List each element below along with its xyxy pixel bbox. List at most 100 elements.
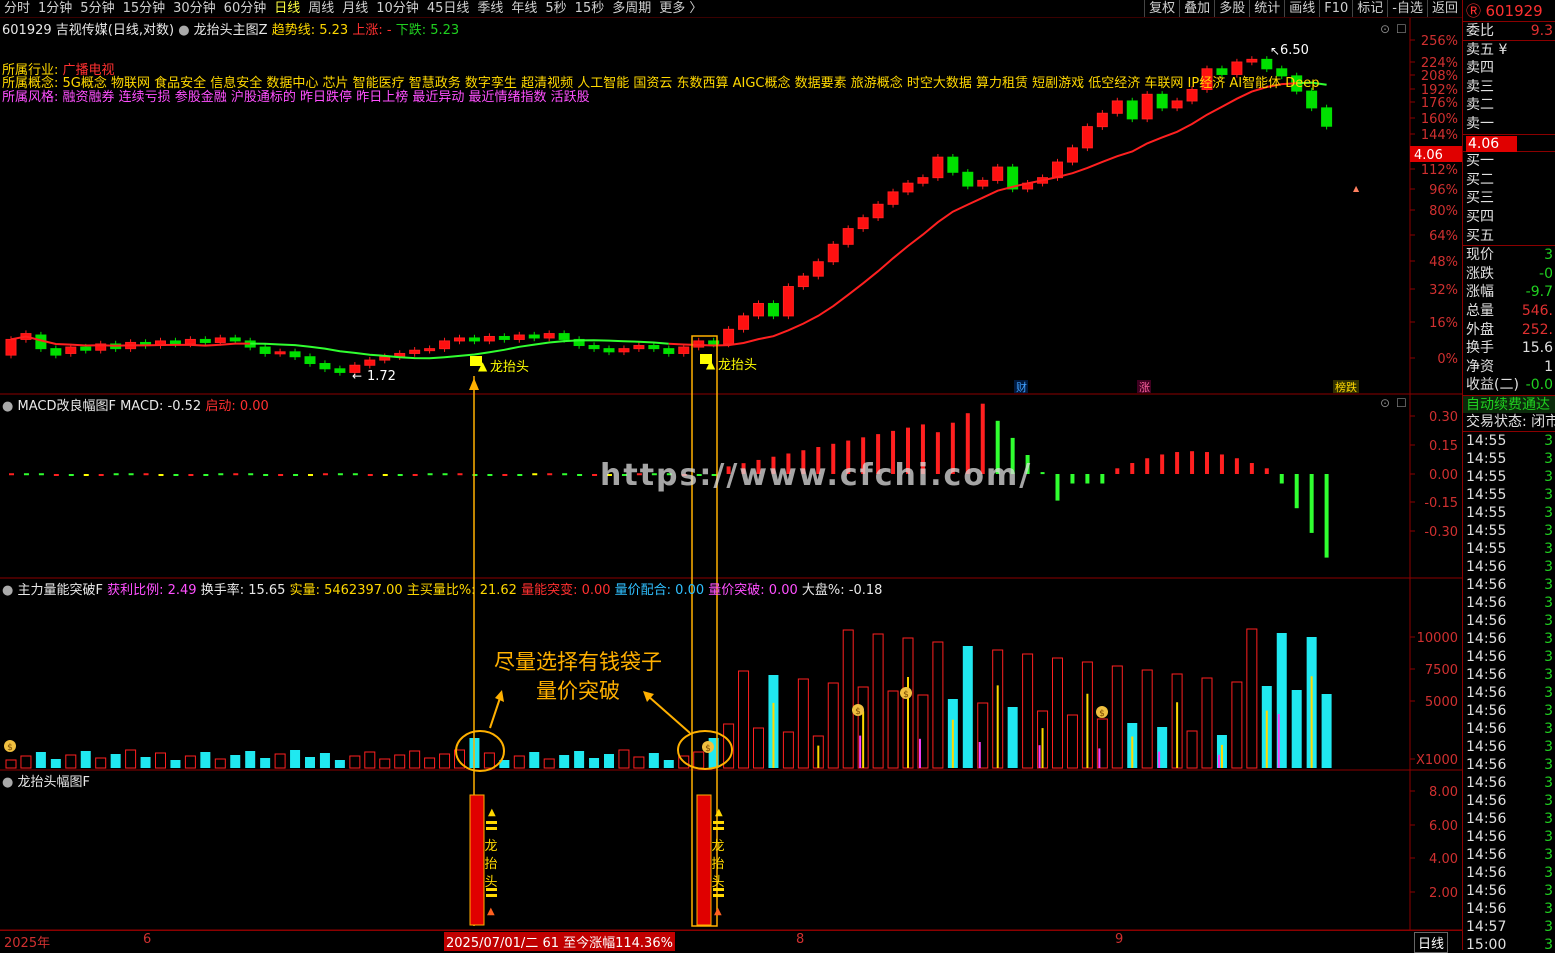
candle[interactable] (977, 179, 989, 187)
candle[interactable] (917, 177, 929, 184)
candle[interactable] (259, 346, 271, 354)
candle[interactable] (767, 303, 779, 317)
candle[interactable] (827, 243, 839, 263)
candle[interactable] (947, 156, 959, 173)
candle[interactable] (5, 338, 17, 356)
indicator-dot-icon[interactable]: ● (2, 399, 13, 414)
candle[interactable] (872, 203, 884, 219)
tool-button-0[interactable]: 复权 (1144, 0, 1179, 17)
candle[interactable] (663, 348, 675, 354)
period-tab-15[interactable]: 多周期 (608, 0, 655, 17)
candle[interactable] (454, 337, 465, 342)
candle[interactable] (169, 340, 181, 345)
candle[interactable] (1066, 147, 1078, 163)
volume-title[interactable]: 主力量能突破F (17, 583, 102, 598)
tool-button-7[interactable]: -自选 (1387, 0, 1427, 17)
candle[interactable] (379, 356, 391, 361)
tool-button-8[interactable]: 返回 (1426, 0, 1462, 17)
candle[interactable] (289, 351, 301, 358)
tick-list[interactable]: 14:55 3 14:55 3 14:55 3 14:55 3 14:55 3 14:55 3 14:5… (1463, 432, 1555, 952)
candle[interactable] (1111, 100, 1123, 114)
period-tab-1[interactable]: 1分钟 (34, 0, 76, 17)
candle[interactable] (812, 261, 824, 277)
period-tab-7[interactable]: 周线 (304, 0, 338, 17)
candle[interactable] (1186, 89, 1198, 102)
candle[interactable] (1171, 100, 1183, 109)
candle[interactable] (842, 228, 854, 245)
candle[interactable] (1141, 93, 1153, 120)
chart-area[interactable]: 256% 224% 208% 192% 176% 160% 144% 112% 96% 80% 64… (0, 18, 1462, 953)
candle[interactable] (932, 156, 944, 179)
candle[interactable] (199, 338, 211, 343)
candle[interactable] (468, 337, 480, 342)
indicator-dot-icon[interactable]: ● (2, 583, 13, 598)
candle[interactable] (738, 315, 750, 330)
candle[interactable] (1306, 90, 1318, 109)
candle[interactable] (633, 345, 645, 350)
candle[interactable] (543, 333, 555, 339)
indicator-dot-icon[interactable]: ● (2, 775, 13, 790)
period-tab-13[interactable]: 5秒 (541, 0, 570, 17)
period-tab-8[interactable]: 月线 (338, 0, 372, 17)
candle[interactable] (753, 303, 764, 317)
candle[interactable] (498, 335, 510, 340)
candle[interactable] (603, 348, 615, 353)
candle[interactable] (857, 217, 869, 230)
tool-button-6[interactable]: 标记 (1352, 0, 1387, 17)
candle[interactable] (439, 340, 451, 350)
candle[interactable] (902, 182, 914, 193)
tool-button-3[interactable]: 统计 (1249, 0, 1284, 17)
candle[interactable] (797, 275, 809, 288)
candle[interactable] (1126, 100, 1138, 120)
candle[interactable] (618, 348, 630, 353)
candle[interactable] (558, 333, 570, 340)
candle[interactable] (184, 338, 196, 345)
candle[interactable] (528, 334, 540, 339)
candle[interactable] (1156, 93, 1168, 109)
candle[interactable] (1321, 107, 1333, 127)
period-tab-10[interactable]: 45日线 (423, 0, 474, 17)
period-tab-2[interactable]: 5分钟 (76, 0, 118, 17)
candle[interactable] (1261, 58, 1273, 70)
macd-title[interactable]: MACD改良幅图F (17, 399, 115, 414)
candle[interactable] (424, 348, 436, 352)
tool-button-2[interactable]: 多股 (1214, 0, 1249, 17)
period-tab-3[interactable]: 15分钟 (119, 0, 170, 17)
tool-button-1[interactable]: 叠加 (1179, 0, 1214, 17)
period-tab-5[interactable]: 60分钟 (220, 0, 271, 17)
period-tab-14[interactable]: 15秒 (571, 0, 609, 17)
candle[interactable] (1246, 58, 1258, 63)
period-tab-6[interactable]: 日线 (270, 0, 304, 17)
candle[interactable] (962, 171, 974, 187)
candle[interactable] (678, 346, 690, 354)
candle[interactable] (65, 346, 77, 354)
candle[interactable] (274, 351, 286, 355)
candle[interactable] (50, 348, 62, 356)
indicator-name[interactable]: 龙抬头主图Z (194, 23, 268, 38)
period-tab-16[interactable]: 更多 〉 (655, 0, 706, 17)
candle[interactable] (304, 356, 316, 365)
candle[interactable] (483, 335, 495, 342)
candle[interactable] (513, 334, 525, 340)
period-tab-4[interactable]: 30分钟 (169, 0, 220, 17)
dragon-title[interactable]: 龙抬头幅图F (17, 775, 89, 790)
tool-button-4[interactable]: 画线 (1284, 0, 1319, 17)
candle[interactable] (214, 337, 226, 343)
candle[interactable] (782, 286, 794, 317)
candle[interactable] (80, 346, 92, 351)
candle[interactable] (334, 368, 346, 373)
candle[interactable] (588, 345, 600, 350)
candle[interactable] (409, 349, 421, 354)
candle[interactable] (992, 166, 1004, 181)
tool-button-5[interactable]: F10 (1319, 0, 1352, 17)
period-tab-12[interactable]: 年线 (507, 0, 541, 17)
period-tab-9[interactable]: 10分钟 (372, 0, 423, 17)
candle[interactable] (1096, 112, 1108, 128)
candle[interactable] (723, 328, 735, 345)
candle[interactable] (648, 345, 660, 350)
candle[interactable] (229, 337, 241, 342)
indicator-dot-icon[interactable]: ● (178, 23, 189, 38)
period-tab-11[interactable]: 季线 (473, 0, 507, 17)
candle[interactable] (364, 359, 376, 366)
autopay-banner[interactable]: 自动续费通达 (1466, 397, 1550, 413)
